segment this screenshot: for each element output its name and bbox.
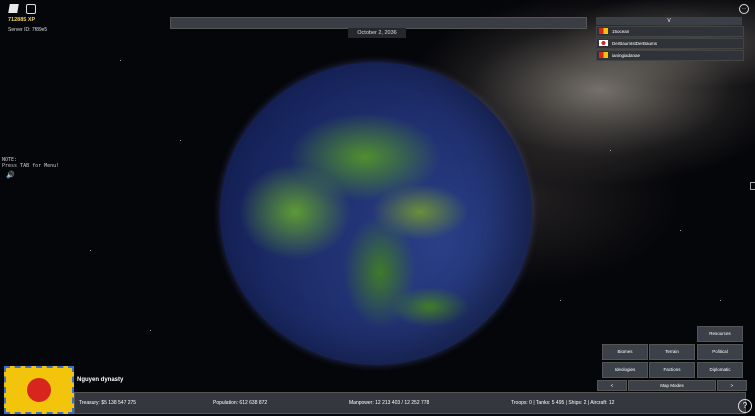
terrain-button[interactable]: Terrain <box>649 344 695 360</box>
population-stat: Population: 612 638 872 <box>213 400 268 406</box>
nation-name: Nguyen dynasty <box>77 377 124 383</box>
side-scroll-handle[interactable] <box>750 182 755 190</box>
factions-button[interactable]: Factions <box>649 362 695 378</box>
menu-note: NOTE: Press TAB for Menu! <box>2 157 59 169</box>
political-button[interactable]: Political <box>697 344 743 360</box>
flag-sun-emblem <box>27 378 51 402</box>
roblox-logo-icon[interactable] <box>8 4 19 13</box>
player-row[interactable]: 15ocean <box>596 26 744 37</box>
speaker-icon[interactable]: 🔊 <box>6 171 15 179</box>
xp-counter: 712885 XP <box>8 17 36 23</box>
player-name: ianingiadanae <box>612 53 641 58</box>
stats-bar: Treasury: $5 138 547 275 Population: 612… <box>74 392 746 414</box>
biomes-button[interactable]: Biomes <box>602 344 648 360</box>
chat-icon[interactable] <box>26 4 36 14</box>
player-name: 15ocean <box>612 29 630 34</box>
globe-map[interactable] <box>220 62 532 365</box>
nation-flag[interactable] <box>4 366 74 414</box>
military-stat: Troops: 0 | Tanks: 5 495 | Ships: 2 | Ai… <box>511 400 615 406</box>
server-id: Server ID: 7f89e5 <box>8 27 48 33</box>
diplomatic-button[interactable]: Diplomatic <box>697 362 743 378</box>
treasury-stat: Treasury: $5 138 547 275 <box>79 400 137 406</box>
map-modes-button[interactable]: Map Modes <box>628 380 716 391</box>
more-options-icon[interactable]: ⋯ <box>739 4 749 14</box>
player-flag-icon <box>599 40 608 46</box>
ideologies-button[interactable]: Ideologies <box>602 362 648 378</box>
game-date: October 2, 2036 <box>348 28 406 38</box>
note-text: Press TAB for Menu! <box>2 163 60 169</box>
player-list-toggle[interactable]: V <box>596 17 742 25</box>
help-icon[interactable]: ? <box>738 399 752 413</box>
player-flag-icon <box>599 52 608 58</box>
player-flag-icon <box>599 28 608 34</box>
player-row[interactable]: ianingiadanae <box>596 50 744 61</box>
resources-button[interactable]: Resources <box>697 326 743 342</box>
player-name: DerBaumIstDerBaums <box>612 41 658 46</box>
manpower-stat: Manpower: 12 213 403 / 12 252 778 <box>349 400 430 406</box>
player-row[interactable]: DerBaumIstDerBaums <box>596 38 744 49</box>
map-mode-next-button[interactable]: > <box>717 380 747 391</box>
map-mode-prev-button[interactable]: < <box>597 380 627 391</box>
